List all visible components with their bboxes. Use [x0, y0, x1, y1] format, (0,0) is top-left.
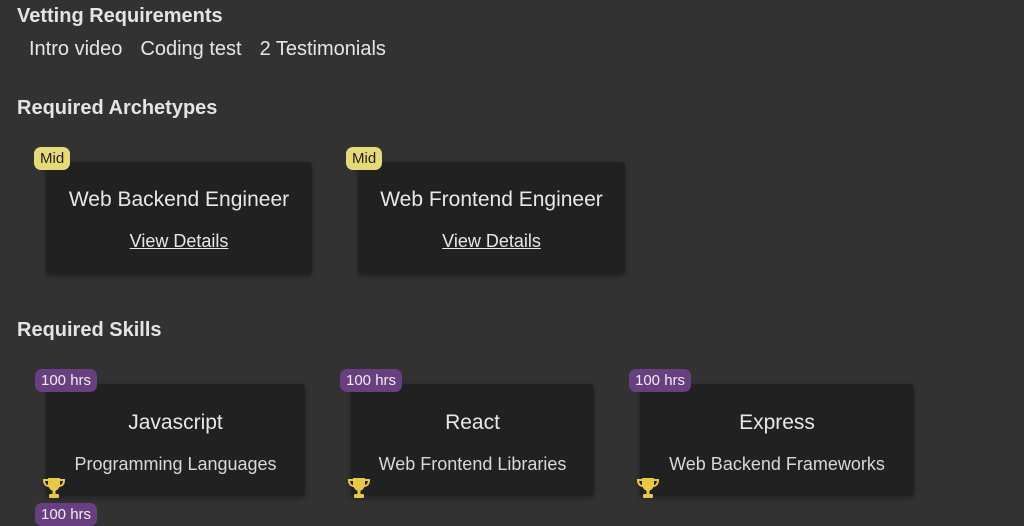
- archetype-card-frontend: Web Frontend Engineer View Details: [358, 162, 625, 274]
- vetting-item-intro-video: Intro video: [29, 38, 123, 60]
- level-badge: Mid: [34, 147, 71, 170]
- skill-name: Javascript: [128, 411, 223, 434]
- skill-card-react: React Web Frontend Libraries: [351, 384, 594, 496]
- vetting-item-coding-test: Coding test: [140, 38, 242, 60]
- trophy-icon: [636, 478, 660, 498]
- view-details-link[interactable]: View Details: [46, 231, 312, 252]
- vetting-requirements-list: Intro video Coding test 2 Testimonials: [29, 38, 386, 61]
- level-badge: Mid: [346, 147, 383, 170]
- vetting-item-testimonials: 2 Testimonials: [259, 38, 386, 60]
- hours-badge: 100 hrs: [35, 503, 98, 526]
- archetype-card-backend: Web Backend Engineer View Details: [46, 162, 312, 274]
- vetting-requirements-title: Vetting Requirements: [17, 5, 223, 27]
- required-archetypes-title: Required Archetypes: [17, 97, 218, 119]
- skill-card-javascript: Javascript Programming Languages: [46, 384, 305, 496]
- skill-category: Programming Languages: [74, 454, 277, 474]
- hours-badge: 100 hrs: [35, 369, 98, 392]
- skill-name: React: [445, 411, 500, 434]
- skill-category: Web Backend Frameworks: [669, 454, 885, 474]
- archetype-name: Web Frontend Engineer: [380, 188, 603, 211]
- trophy-icon: [347, 478, 371, 498]
- view-details-link[interactable]: View Details: [358, 231, 625, 252]
- skill-card-express: Express Web Backend Frameworks: [640, 384, 914, 496]
- archetype-name: Web Backend Engineer: [68, 188, 290, 211]
- hours-badge: 100 hrs: [340, 369, 403, 392]
- skill-category: Web Frontend Libraries: [378, 454, 567, 474]
- skill-name: Express: [739, 411, 815, 434]
- trophy-icon: [42, 478, 66, 498]
- required-skills-title: Required Skills: [17, 319, 162, 341]
- hours-badge: 100 hrs: [629, 369, 692, 392]
